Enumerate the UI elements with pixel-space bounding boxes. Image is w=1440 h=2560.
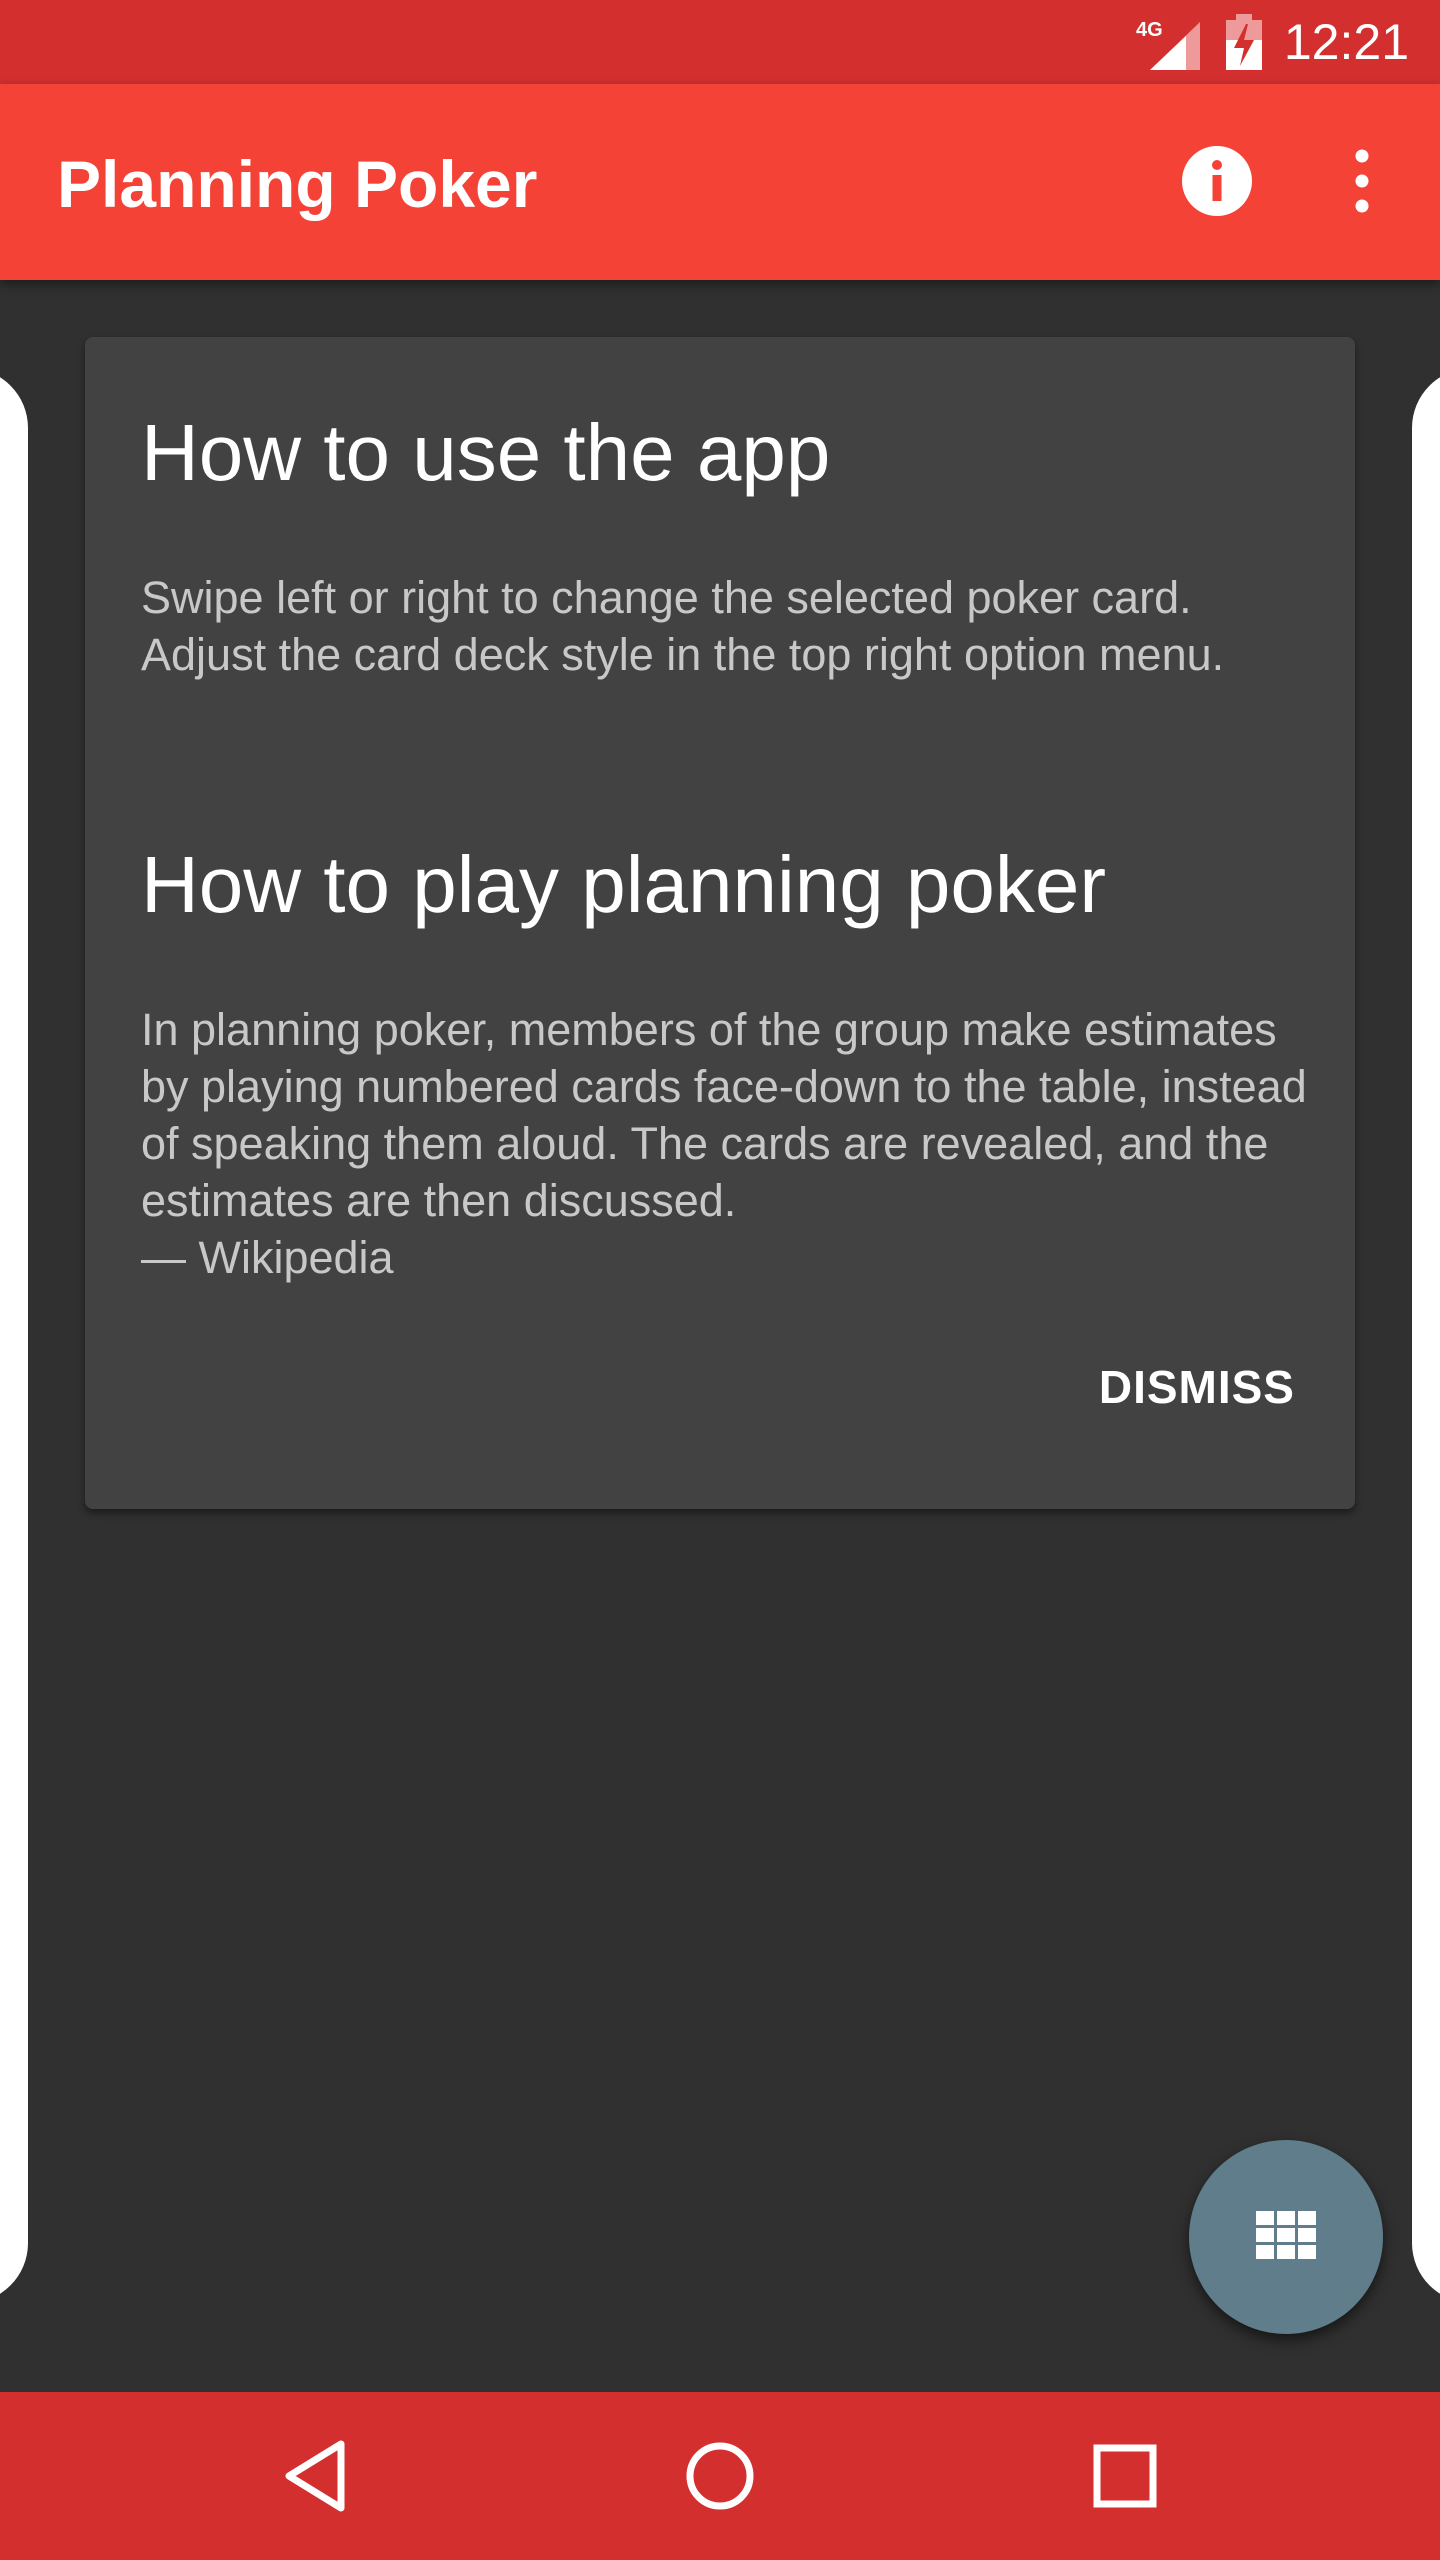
next-poker-card[interactable] (1412, 368, 1440, 2303)
deck-grid-fab[interactable] (1189, 2140, 1383, 2334)
app-bar: Planning Poker (0, 84, 1440, 280)
signal-4g-icon: 4G (1136, 19, 1200, 70)
help-heading-planning-poker: How to play planning poker (141, 840, 1107, 929)
home-icon[interactable] (672, 2428, 768, 2524)
back-icon[interactable] (269, 2428, 365, 2524)
grid-icon (1256, 2211, 1316, 2259)
previous-poker-card[interactable] (0, 368, 28, 2303)
help-card: How to use the app Swipe left or right t… (85, 337, 1355, 1509)
help-body-planning-poker: In planning poker, members of the group … (141, 1004, 1307, 1226)
more-vert-icon[interactable] (1330, 144, 1394, 218)
status-time: 12:21 (1283, 14, 1409, 70)
dismiss-button[interactable]: DISMISS (1099, 1357, 1295, 1417)
battery-charging-icon (1226, 14, 1262, 70)
help-attribution: — Wikipedia (141, 1232, 394, 1283)
status-bar: 4G 12:21 (0, 0, 1440, 84)
info-icon[interactable] (1180, 144, 1254, 218)
app-title: Planning Poker (57, 147, 538, 221)
help-body-usage: Swipe left or right to change the select… (141, 572, 1225, 680)
svg-text:4G: 4G (1136, 19, 1163, 41)
recents-icon[interactable] (1077, 2428, 1173, 2524)
help-heading-usage: How to use the app (141, 408, 831, 497)
navigation-bar (0, 2392, 1440, 2560)
